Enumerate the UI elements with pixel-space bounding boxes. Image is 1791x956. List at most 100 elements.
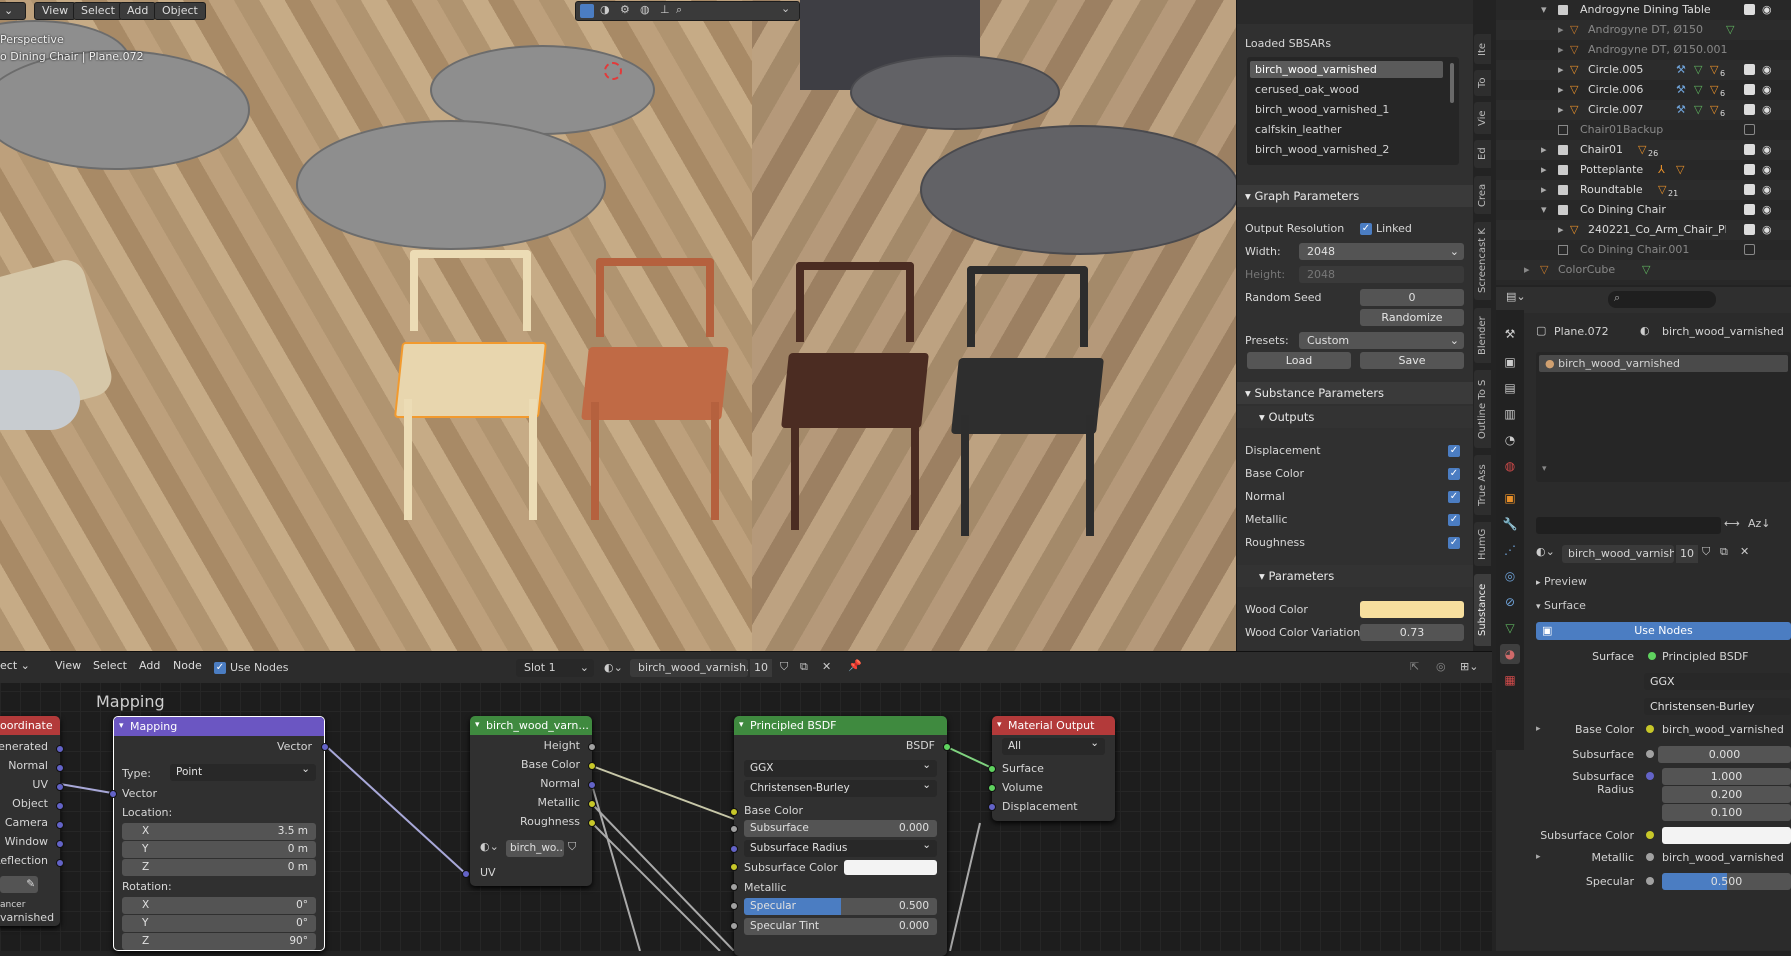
texture-tab-icon[interactable]: ▦ — [1500, 670, 1520, 690]
preview-panel-header[interactable]: ▸ Preview — [1536, 572, 1791, 592]
material-browse-icon[interactable]: ◐⌄ — [1536, 545, 1555, 558]
socket-object[interactable] — [56, 802, 64, 810]
list-item[interactable]: ▸ ▽ Androgyne DT, Ø150 ▽ — [1496, 20, 1791, 40]
checkbox-icon[interactable] — [1744, 124, 1755, 135]
displacement-checkbox[interactable]: ✓ — [1448, 445, 1460, 457]
target-dropdown[interactable]: All — [1002, 735, 1105, 755]
list-item[interactable]: ▸ ▽ Circle.007 ⚒ ▽ ▽ 6 ◉ — [1496, 100, 1791, 120]
socket-sssradius-in[interactable] — [730, 845, 738, 853]
chevron-right-icon[interactable]: ▸ — [1558, 20, 1564, 40]
list-item[interactable]: ▸ ▽ 240221_Co_Arm_Chair_Pl ◉ — [1496, 220, 1791, 240]
tab-item[interactable]: Ite — [1474, 34, 1491, 64]
load-button[interactable]: Load — [1247, 352, 1351, 369]
overlay-icon[interactable]: ◍ — [640, 3, 650, 16]
socket-uv[interactable] — [56, 783, 64, 791]
metallic-checkbox[interactable]: ✓ — [1448, 514, 1460, 526]
tab-view[interactable]: Vie — [1474, 102, 1491, 134]
chevron-right-icon[interactable]: ▸ — [1558, 100, 1564, 120]
checkbox-icon[interactable] — [1744, 4, 1755, 15]
scrollbar[interactable] — [1450, 63, 1454, 103]
view-layer-tab-icon[interactable]: ▥ — [1500, 404, 1520, 424]
socket-specular-in[interactable] — [730, 902, 738, 910]
list-item[interactable]: cerused_oak_wood — [1255, 81, 1359, 98]
socket-normal[interactable] — [56, 764, 64, 772]
list-item[interactable]: birch_wood_varnished — [1250, 61, 1443, 78]
socket-camera[interactable] — [56, 821, 64, 829]
scene-tab-icon[interactable]: ◔ — [1500, 430, 1520, 450]
specular-slider[interactable]: Specular 0.500 — [744, 898, 937, 915]
menu-view[interactable]: View — [34, 2, 77, 20]
basecolor-checkbox[interactable]: ✓ — [1448, 468, 1460, 480]
particles-tab-icon[interactable]: ⋰ — [1500, 540, 1520, 560]
eye-icon[interactable]: ◉ — [1762, 80, 1772, 100]
random-seed-field[interactable]: 0 — [1360, 289, 1464, 306]
use-nodes-checkbox[interactable]: ✓ — [214, 662, 226, 674]
chevron-right-icon[interactable]: ▸ — [1558, 40, 1564, 60]
proportional-icon[interactable]: ⚙ — [620, 3, 630, 16]
list-item[interactable]: birch_wood_varnished_2 — [1255, 141, 1389, 158]
menu-add[interactable]: Add — [132, 658, 167, 676]
modifier-tab-icon[interactable]: 🔧 — [1500, 514, 1520, 534]
list-item[interactable]: ● birch_wood_varnished — [1539, 355, 1788, 372]
material-datablock[interactable]: ◐⌄ birch_wood_varnished 10 ⛉ ⧉ ✕ — [1536, 544, 1791, 564]
chevron-right-icon[interactable]: ▸ — [1541, 140, 1547, 160]
object-tab-icon[interactable]: ▣ — [1500, 488, 1520, 508]
outputs-header[interactable]: ▾ Outputs — [1237, 406, 1474, 428]
render-tab-icon[interactable]: ▣ — [1500, 352, 1520, 372]
location-x-field[interactable]: X 3.5 m — [122, 823, 316, 840]
fake-user-icon[interactable]: ⛉ — [780, 660, 788, 674]
eye-icon[interactable]: ◉ — [1762, 180, 1772, 200]
3d-cursor-icon[interactable] — [604, 62, 622, 80]
specular-slider[interactable]: 0.500 — [1662, 873, 1791, 890]
material-output-node[interactable]: Material Output All Surface Volume Displ… — [992, 716, 1115, 821]
output-tab-icon[interactable]: ▤ — [1500, 378, 1520, 398]
socket-height[interactable] — [588, 743, 596, 751]
pin-icon[interactable]: 📌 — [848, 659, 862, 672]
duplicate-icon[interactable]: ⧉ — [800, 660, 808, 674]
socket-surface-in[interactable] — [988, 765, 996, 773]
socket-bsdf-out[interactable] — [943, 743, 951, 751]
chevron-right-icon[interactable]: ▸ — [1541, 160, 1547, 180]
rotation-z-field[interactable]: Z 90° — [122, 933, 316, 950]
editor-type-icon[interactable]: ▤⌄ — [1506, 290, 1526, 303]
list-item[interactable]: ▸ Chair01 ▽ 26 ◉ — [1496, 140, 1791, 160]
parameters-header[interactable]: ▾ Parameters — [1237, 565, 1474, 587]
material-name-field[interactable]: birch_wood_varnish... — [630, 659, 748, 677]
list-item[interactable]: Co Dining Chair.001 — [1496, 240, 1791, 260]
chevron-down-icon[interactable]: ⌄ — [781, 2, 790, 15]
image-field[interactable]: birch_wo... — [506, 840, 564, 857]
tab-substance[interactable]: Substance — [1474, 574, 1491, 646]
socket-roughness-out[interactable] — [588, 819, 596, 827]
socket-metallic-in[interactable] — [730, 883, 738, 891]
presets-dropdown[interactable]: Custom ⌄ — [1299, 332, 1464, 349]
socket-window[interactable] — [56, 840, 64, 848]
search-input[interactable]: ⌕ — [1608, 291, 1716, 308]
material-name-field[interactable]: birch_wood_varnished — [1562, 545, 1674, 563]
editor-type-dropdown[interactable]: ect ⌄ — [0, 658, 34, 676]
world-tab-icon[interactable]: ◍ — [1500, 456, 1520, 476]
sbsar-list[interactable]: birch_wood_varnished cerused_oak_wood bi… — [1247, 57, 1459, 165]
sort-icon[interactable]: Az↓ — [1748, 517, 1771, 530]
socket-speculartint-in[interactable] — [730, 922, 738, 930]
socket-basecolor-in[interactable] — [730, 808, 738, 816]
material-browse-icon[interactable]: ◐⌄ — [604, 661, 623, 674]
socket-subsurface-in[interactable] — [730, 825, 738, 833]
3d-viewport[interactable]: ⌄ View Select Add Object ◑ ⚙ ◍ ⊥ ⌕ ⌄ Per… — [0, 0, 1236, 651]
list-item[interactable]: birch_wood_varnished_1 — [1255, 101, 1389, 118]
location-y-field[interactable]: Y 0 m — [122, 841, 316, 858]
duplicate-icon[interactable]: ⧉ — [1720, 545, 1728, 559]
subsurface-field[interactable]: 0.000 — [1658, 746, 1791, 763]
checkbox-icon[interactable] — [1744, 104, 1755, 115]
search-icon[interactable]: ⌕ — [676, 3, 682, 17]
chair-render-light[interactable] — [394, 250, 547, 520]
checkbox-icon[interactable] — [1744, 144, 1755, 155]
parent-node-icon[interactable]: ⇱ — [1410, 660, 1419, 673]
radius-x-field[interactable]: 1.000 — [1662, 768, 1791, 785]
physics-tab-icon[interactable]: ◎ — [1500, 566, 1520, 586]
list-item[interactable]: ▸ Roundtable ▽ 21 ◉ — [1496, 180, 1791, 200]
wood-color-variation-field[interactable]: 0.73 — [1360, 624, 1464, 641]
slot-filter-input[interactable] — [1536, 517, 1721, 534]
snap-icon[interactable]: ⊞⌄ — [1460, 660, 1478, 673]
socket-basecolor-out[interactable] — [588, 762, 596, 770]
base-color-value[interactable]: birch_wood_varnished — [1662, 723, 1784, 736]
